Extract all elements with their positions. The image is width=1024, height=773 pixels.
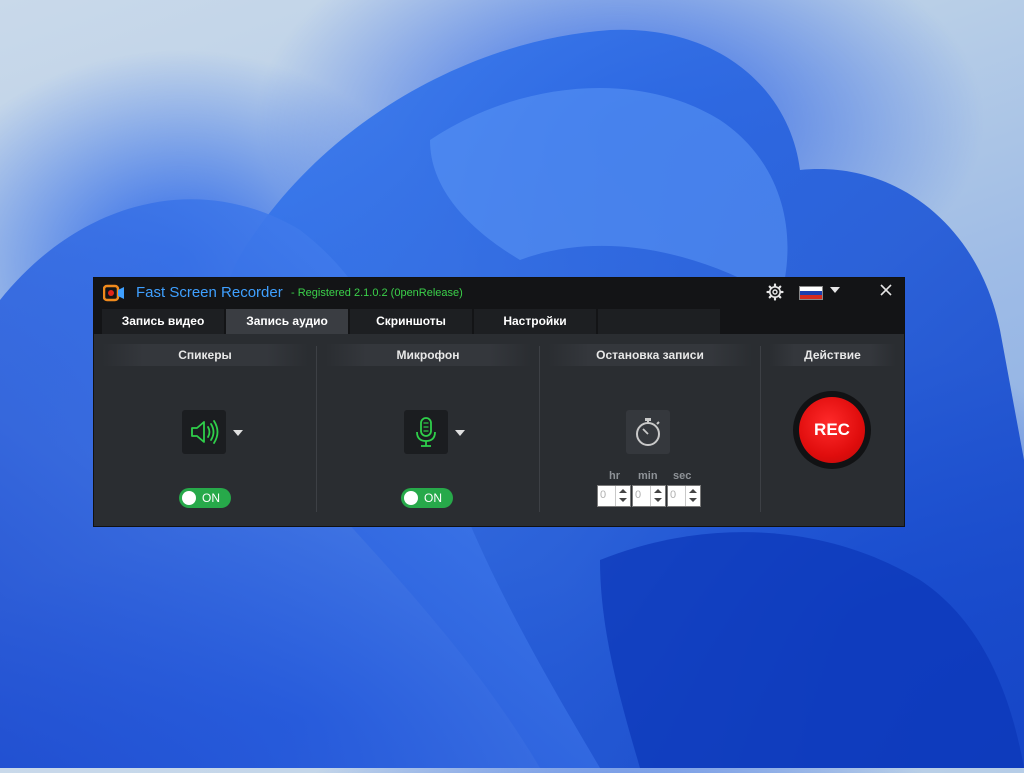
microphone-toggle-label: ON bbox=[424, 491, 442, 505]
hours-stepper-buttons bbox=[615, 486, 630, 506]
minutes-up-arrow-icon[interactable] bbox=[654, 489, 662, 493]
hr-label: hr bbox=[609, 470, 620, 482]
app-window: Fast Screen Recorder - Registered 2.1.0.… bbox=[93, 277, 905, 527]
rec-button[interactable]: REC bbox=[799, 397, 865, 463]
hours-down-arrow-icon[interactable] bbox=[619, 498, 627, 502]
toggle-knob bbox=[182, 491, 196, 505]
speakers-panel: Спикеры ON bbox=[94, 344, 316, 512]
speaker-button[interactable] bbox=[182, 410, 226, 454]
tab-screenshots[interactable]: Скриншоты bbox=[350, 309, 472, 334]
stop-recording-title: Остановка записи bbox=[548, 344, 752, 366]
minutes-value: 0 bbox=[635, 489, 642, 501]
min-label: min bbox=[638, 470, 658, 482]
speaker-dropdown-chevron-icon[interactable] bbox=[233, 430, 243, 436]
tab-video-recording[interactable]: Запись видео bbox=[102, 309, 224, 334]
microphone-button[interactable] bbox=[404, 410, 448, 454]
speakers-toggle[interactable]: ON bbox=[179, 488, 231, 508]
microphone-dropdown-chevron-icon[interactable] bbox=[455, 430, 465, 436]
stop-recording-panel: Остановка записи hr min sec 0 0 0 bbox=[540, 344, 760, 512]
minutes-stepper[interactable]: 0 bbox=[632, 485, 666, 507]
title-bar: Fast Screen Recorder - Registered 2.1.0.… bbox=[94, 278, 904, 308]
seconds-stepper[interactable]: 0 bbox=[667, 485, 701, 507]
app-title: Fast Screen Recorder bbox=[136, 284, 283, 301]
microphone-title: Микрофон bbox=[325, 344, 531, 366]
time-labels: hr min sec bbox=[540, 470, 760, 484]
tab-settings[interactable]: Настройки bbox=[474, 309, 596, 334]
hours-stepper[interactable]: 0 bbox=[597, 485, 631, 507]
seconds-value: 0 bbox=[670, 489, 677, 501]
hours-up-arrow-icon[interactable] bbox=[619, 489, 627, 493]
speaker-icon bbox=[191, 420, 219, 444]
language-dropdown-chevron-icon[interactable] bbox=[830, 287, 840, 293]
tab-empty-slot bbox=[598, 309, 720, 334]
minutes-down-arrow-icon[interactable] bbox=[654, 498, 662, 502]
microphone-icon bbox=[416, 417, 436, 447]
sec-label: sec bbox=[673, 470, 692, 482]
stopwatch-box bbox=[626, 410, 670, 454]
action-panel: Действие REC bbox=[761, 344, 904, 512]
speakers-toggle-label: ON bbox=[202, 491, 220, 505]
seconds-stepper-buttons bbox=[685, 486, 700, 506]
seconds-up-arrow-icon[interactable] bbox=[689, 489, 697, 493]
rec-button-ring: REC bbox=[793, 391, 871, 469]
toggle-knob bbox=[404, 491, 418, 505]
seconds-down-arrow-icon[interactable] bbox=[689, 498, 697, 502]
hours-value: 0 bbox=[600, 489, 607, 501]
action-title: Действие bbox=[769, 344, 896, 366]
speakers-title: Спикеры bbox=[102, 344, 308, 366]
microphone-panel: Микрофон ON bbox=[317, 344, 539, 512]
russia-flag-icon[interactable] bbox=[799, 286, 823, 300]
microphone-toggle[interactable]: ON bbox=[401, 488, 453, 508]
tab-bar: Запись видео Запись аудио Скриншоты Наст… bbox=[94, 308, 904, 334]
app-logo-icon bbox=[103, 284, 124, 302]
stopwatch-icon bbox=[636, 418, 660, 446]
app-version: - Registered 2.1.0.2 (0penRelease) bbox=[291, 287, 463, 299]
gear-icon[interactable] bbox=[766, 283, 784, 301]
minutes-stepper-buttons bbox=[650, 486, 665, 506]
tab-audio-recording[interactable]: Запись аудио bbox=[226, 309, 348, 334]
close-icon[interactable] bbox=[878, 282, 894, 298]
